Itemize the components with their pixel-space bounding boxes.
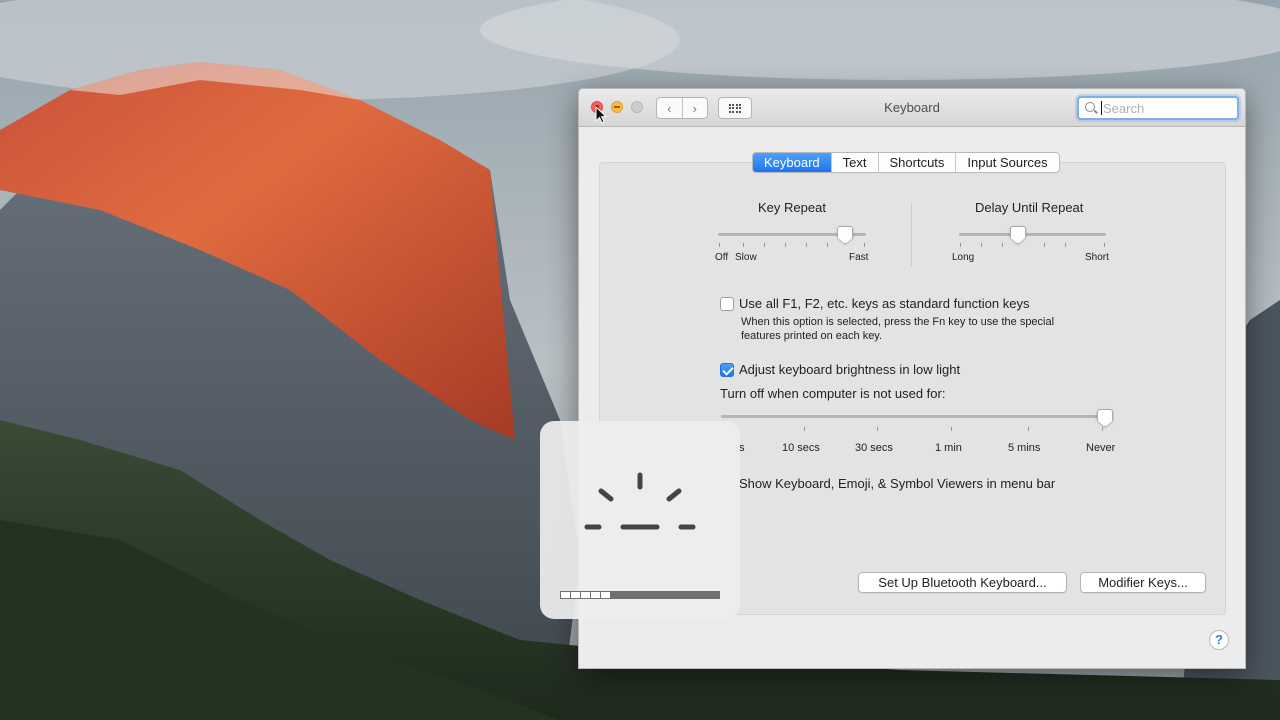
- key-repeat-fast-label: Fast: [849, 252, 869, 263]
- tick: [764, 243, 765, 247]
- tab-shortcuts[interactable]: Shortcuts: [877, 153, 956, 172]
- brightness-segment: [581, 592, 590, 598]
- show-viewers-label: Show Keyboard, Emoji, & Symbol Viewers i…: [739, 476, 1056, 491]
- delay-short-label: Short: [1085, 252, 1109, 263]
- tick: [719, 243, 720, 247]
- tick: [864, 243, 865, 247]
- key-repeat-slow-label: Slow: [735, 252, 757, 263]
- tab-text[interactable]: Text: [830, 153, 878, 172]
- function-keys-label: Use all F1, F2, etc. keys as standard fu…: [739, 296, 1030, 311]
- tick: [785, 243, 786, 247]
- divider: [911, 203, 912, 266]
- function-keys-checkbox[interactable]: [720, 297, 734, 311]
- tick: [743, 243, 744, 247]
- text-caret: [1101, 101, 1102, 115]
- turn-off-tick-label: 10 secs: [782, 442, 820, 454]
- brightness-level-bar: [560, 591, 720, 599]
- keyboard-brightness-icon: [584, 472, 696, 530]
- tick: [1028, 427, 1029, 431]
- brightness-segment: [601, 592, 610, 598]
- tick: [960, 243, 961, 247]
- tick: [981, 243, 982, 247]
- turn-off-tick-label: 5 mins: [1008, 442, 1041, 454]
- keyboard-brightness-label: Adjust keyboard brightness in low light: [739, 362, 961, 377]
- turn-off-track: [721, 415, 1105, 418]
- tick: [1104, 243, 1105, 247]
- brightness-segment: [571, 592, 580, 598]
- modifier-keys-button[interactable]: Modifier Keys...: [1080, 572, 1206, 593]
- tick: [1002, 243, 1003, 247]
- turn-off-tick-label: Never: [1086, 442, 1116, 454]
- tab-input-sources[interactable]: Input Sources: [955, 153, 1058, 172]
- tick: [877, 427, 878, 431]
- turn-off-tick-label: 30 secs: [855, 442, 893, 454]
- arrow-cursor-icon: [595, 106, 607, 124]
- function-keys-description-line2: features printed on each key.: [741, 330, 883, 342]
- search-field[interactable]: Search: [1077, 96, 1239, 120]
- delay-until-repeat-title: Delay Until Repeat: [975, 200, 1084, 215]
- search-placeholder: Search: [1103, 101, 1145, 116]
- delay-until-repeat-track: [959, 233, 1106, 236]
- tick: [1065, 243, 1066, 247]
- help-button[interactable]: ?: [1209, 630, 1229, 650]
- brightness-segment: [591, 592, 600, 598]
- tick: [1044, 243, 1045, 247]
- key-repeat-slider-knob[interactable]: [836, 226, 854, 245]
- titlebar: ‹ › Keyboard Search: [579, 89, 1245, 127]
- keyboard-brightness-checkbox[interactable]: [720, 363, 734, 377]
- tick: [804, 427, 805, 431]
- search-icon: [1085, 102, 1095, 112]
- delay-until-repeat-slider-knob[interactable]: [1009, 226, 1027, 245]
- key-repeat-off-label: Off: [715, 252, 729, 263]
- tab-keyboard[interactable]: Keyboard: [753, 153, 831, 172]
- turn-off-label: Turn off when computer is not used for:: [720, 386, 946, 401]
- function-keys-description-line1: When this option is selected, press the …: [741, 316, 1055, 328]
- tick: [806, 243, 807, 247]
- turn-off-slider-knob[interactable]: [1096, 409, 1114, 428]
- setup-bluetooth-keyboard-button[interactable]: Set Up Bluetooth Keyboard...: [858, 572, 1067, 593]
- tick: [827, 243, 828, 247]
- delay-long-label: Long: [952, 252, 975, 263]
- tab-bar: Keyboard Text Shortcuts Input Sources: [752, 152, 1060, 173]
- tick: [951, 427, 952, 431]
- keyboard-brightness-hud: [540, 421, 740, 619]
- key-repeat-title: Key Repeat: [758, 200, 826, 215]
- turn-off-tick-label: 1 min: [935, 442, 962, 454]
- brightness-segment: [561, 592, 570, 598]
